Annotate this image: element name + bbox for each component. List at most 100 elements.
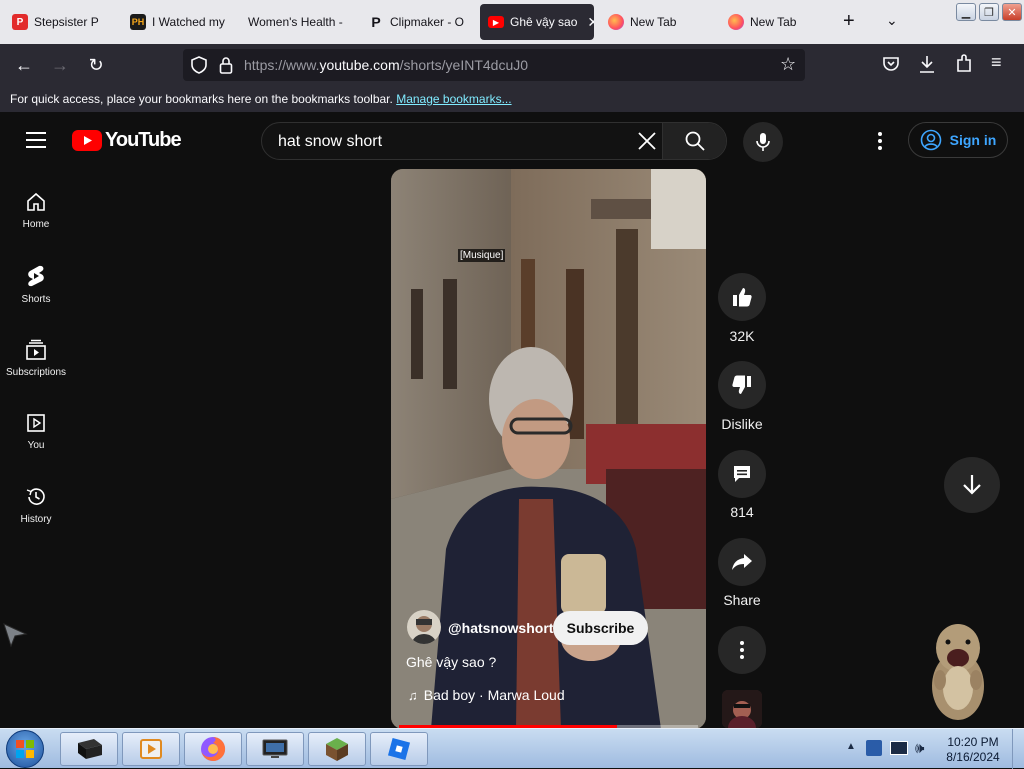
- microphone-icon: [756, 133, 770, 151]
- forward-arrow-icon[interactable]: →: [48, 53, 72, 77]
- music-info[interactable]: ♫ Bad boy · Marwa Loud: [408, 687, 565, 703]
- list-tabs-chevron-icon[interactable]: ⌄: [886, 12, 898, 29]
- thumbs-down-icon: [732, 375, 751, 394]
- channel-name[interactable]: @hatsnowshort: [448, 620, 553, 636]
- hamburger-menu-icon[interactable]: ≡: [991, 52, 1002, 73]
- downloads-icon[interactable]: [918, 54, 936, 79]
- taskbar-app-cmd[interactable]: [60, 732, 118, 766]
- subscriptions-icon: [26, 339, 46, 360]
- taskbar-app-firefox[interactable]: [184, 732, 242, 766]
- monitor-icon: [262, 739, 288, 758]
- tray-app-icon[interactable]: [866, 740, 882, 756]
- search-input[interactable]: hat snow short: [278, 133, 382, 151]
- more-options-vertical-icon[interactable]: [878, 132, 882, 155]
- tab-label: Ghê vậy sao: [510, 15, 578, 29]
- black-box-app-icon: [78, 739, 102, 759]
- like-button[interactable]: [718, 273, 766, 321]
- tray-display-icon[interactable]: [890, 741, 908, 755]
- voice-search-button[interactable]: [743, 122, 783, 162]
- show-hidden-icons-chevron-icon[interactable]: ▲: [846, 741, 856, 752]
- sidebar-item-shorts[interactable]: Shorts: [0, 264, 72, 305]
- dislike-label: Dislike: [721, 416, 763, 432]
- clock-date: 8/16/2024: [946, 750, 1000, 764]
- back-arrow-icon[interactable]: ←: [12, 53, 36, 77]
- minimize-icon[interactable]: ▁: [956, 3, 976, 21]
- bookmarks-hint-text: For quick access, place your bookmarks h…: [10, 92, 393, 106]
- desktop-pet-marmot-icon: [918, 618, 996, 727]
- dislike-button[interactable]: [718, 361, 766, 409]
- share-arrow-icon: [732, 554, 752, 570]
- system-clock[interactable]: 10:20 PM 8/16/2024: [940, 735, 1006, 765]
- sign-in-label: Sign in: [949, 132, 997, 148]
- tracking-shield-icon[interactable]: [191, 56, 207, 79]
- video-title: Ghê vậy sao ?: [406, 654, 497, 670]
- music-track: Bad boy · Marwa Loud: [423, 687, 565, 703]
- taskbar-app-minecraft[interactable]: [308, 732, 366, 766]
- tab-label: Women's Health -: [248, 15, 343, 29]
- more-vertical-icon: [740, 641, 744, 659]
- url-text: https://www.youtube.com/shorts/yeINT4dcu…: [244, 57, 529, 73]
- taskbar-app-roblox[interactable]: [370, 732, 428, 766]
- close-tab-icon[interactable]: ✕: [587, 14, 594, 31]
- tab-favicon: PH: [130, 14, 146, 30]
- taskbar-app-media[interactable]: [122, 732, 180, 766]
- new-tab-icon[interactable]: +: [843, 10, 855, 33]
- maximize-icon[interactable]: ❐: [979, 3, 999, 21]
- tab-2[interactable]: PH I Watched my: [122, 4, 238, 40]
- sidebar-label: You: [27, 440, 45, 451]
- arrow-down-icon: [963, 475, 981, 495]
- search-box: hat snow short: [261, 122, 727, 160]
- you-icon: [27, 414, 45, 432]
- lock-icon[interactable]: [219, 56, 233, 79]
- sidebar-item-history[interactable]: History: [0, 486, 72, 525]
- youtube-favicon-icon: ▶: [488, 16, 504, 28]
- close-window-icon[interactable]: ✕: [1002, 3, 1022, 21]
- sidebar-item-home[interactable]: Home: [0, 191, 72, 230]
- music-thumbnail[interactable]: [722, 690, 762, 728]
- tab-6[interactable]: New Tab: [600, 4, 716, 40]
- url-bar[interactable]: https://www.youtube.com/shorts/yeINT4dcu…: [183, 49, 805, 81]
- comment-count: 814: [730, 504, 754, 520]
- search-button[interactable]: [662, 123, 726, 159]
- shorts-video-player[interactable]: [Musique] @hatsnowshort Subscribe Ghê vậ…: [391, 169, 706, 729]
- sidebar-label: Subscriptions: [5, 367, 67, 378]
- subscribe-button[interactable]: Subscribe: [553, 611, 648, 645]
- firefox-favicon-icon: [608, 14, 624, 30]
- tab-3[interactable]: Women's Health -: [240, 4, 356, 40]
- share-button[interactable]: [718, 538, 766, 586]
- more-actions-button[interactable]: [718, 626, 766, 674]
- next-video-button[interactable]: [944, 457, 1000, 513]
- youtube-play-logo-icon: [72, 130, 102, 151]
- tab-7[interactable]: New Tab: [720, 4, 836, 40]
- reload-icon[interactable]: ↻: [84, 53, 108, 77]
- speaker-volume-icon[interactable]: 🕪: [915, 740, 924, 757]
- sign-in-button[interactable]: Sign in: [908, 122, 1008, 158]
- clock-time: 10:20 PM: [947, 735, 999, 749]
- sidebar-item-you[interactable]: You: [0, 412, 72, 451]
- sidebar-label: Home: [22, 219, 50, 230]
- sidebar-label: Shorts: [21, 294, 51, 305]
- extensions-icon[interactable]: [955, 54, 973, 79]
- browser-tab-bar: P Stepsister P PH I Watched my Women's H…: [0, 0, 1024, 44]
- search-icon: [685, 131, 705, 151]
- firefox-icon: [201, 736, 226, 761]
- tab-active[interactable]: ▶ Ghê vậy sao ✕: [480, 4, 594, 40]
- like-count: 32K: [729, 328, 755, 344]
- sidebar-item-subscriptions[interactable]: Subscriptions: [0, 339, 72, 378]
- taskbar-app-monitor[interactable]: [246, 732, 304, 766]
- channel-avatar[interactable]: [407, 610, 441, 644]
- tab-1[interactable]: P Stepsister P: [4, 4, 120, 40]
- manage-bookmarks-link[interactable]: Manage bookmarks...: [396, 92, 511, 106]
- comments-button[interactable]: [718, 450, 766, 498]
- pocket-icon[interactable]: [882, 55, 900, 78]
- clear-search-icon[interactable]: [638, 132, 656, 155]
- show-desktop-button[interactable]: [1012, 729, 1024, 769]
- youtube-header: YouTube hat snow short Sign in: [0, 112, 1024, 170]
- firefox-favicon-icon: [728, 14, 744, 30]
- bookmark-star-icon[interactable]: ☆: [780, 54, 796, 75]
- tab-4[interactable]: P Clipmaker - O: [360, 4, 476, 40]
- sidebar-label: History: [20, 514, 52, 525]
- youtube-logo[interactable]: YouTube: [72, 129, 182, 152]
- guide-menu-icon[interactable]: [26, 132, 46, 153]
- start-button[interactable]: [6, 730, 44, 768]
